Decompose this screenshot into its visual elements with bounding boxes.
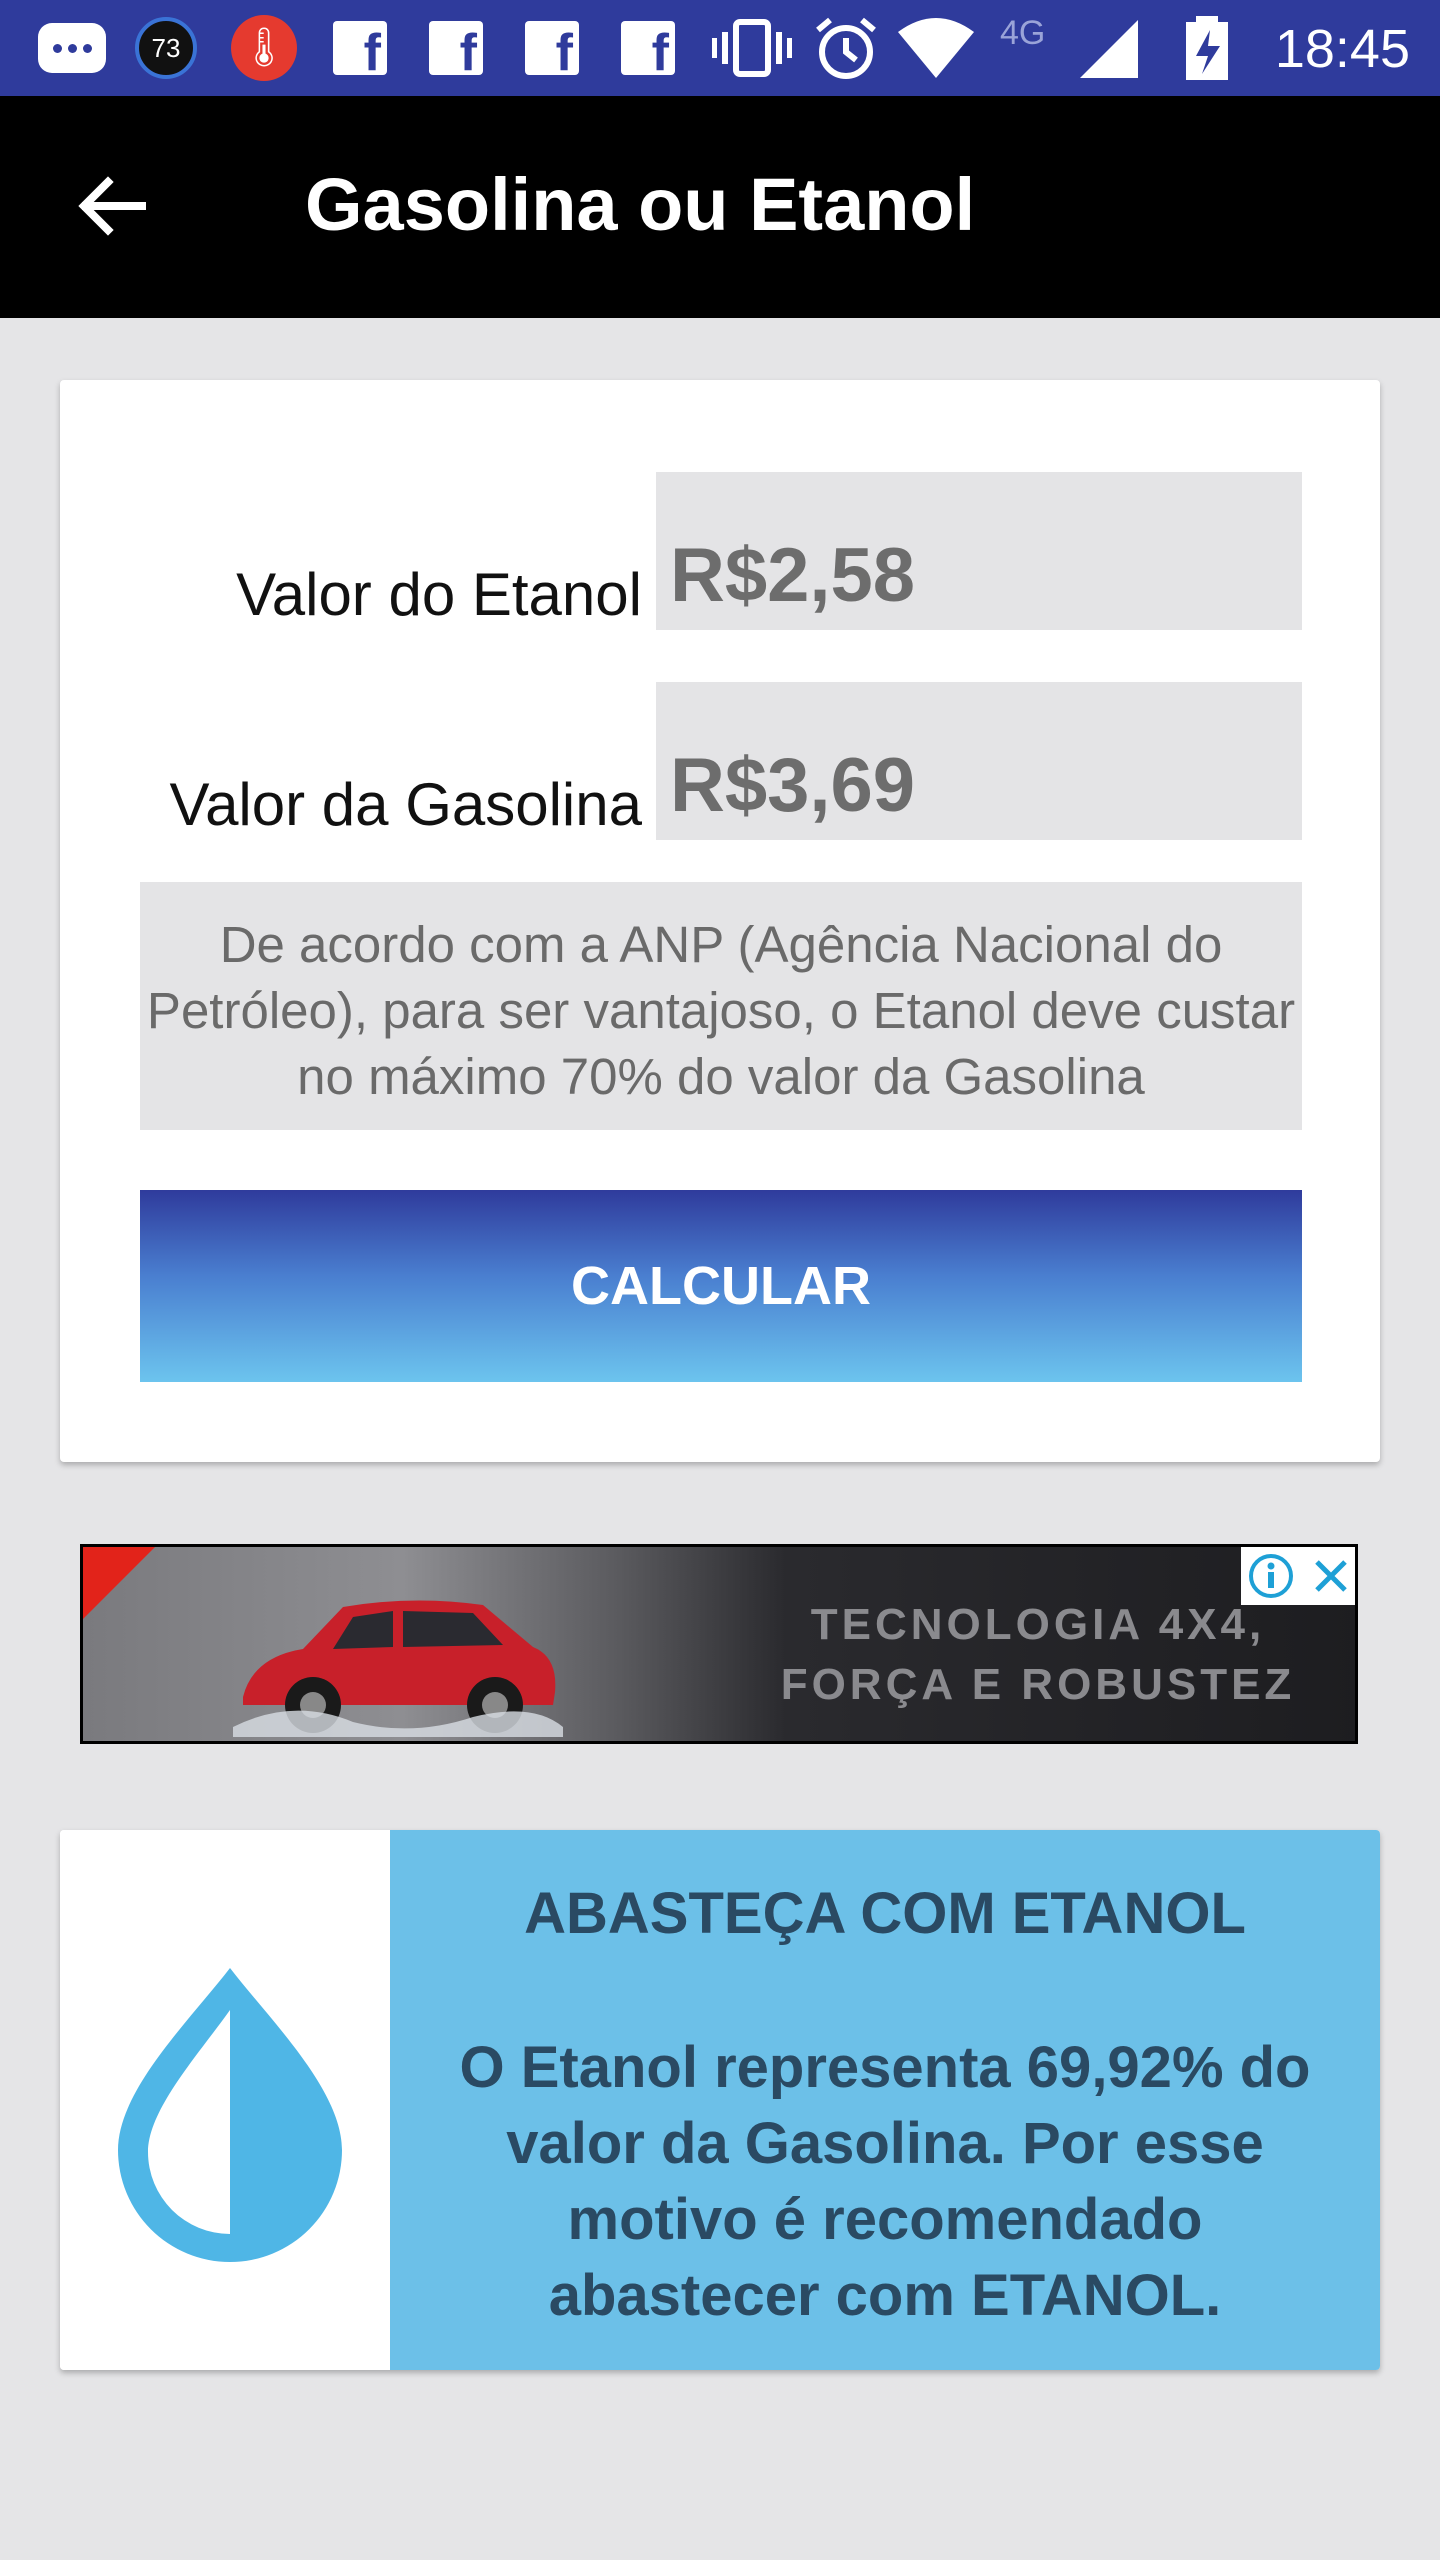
calculate-button[interactable]: CALCULAR <box>140 1190 1302 1382</box>
battery-charging-icon <box>1186 16 1228 80</box>
gasolina-input[interactable]: R$3,69 <box>656 682 1302 840</box>
anp-info-text: De acordo com a ANP (Agência Nacional do… <box>140 882 1302 1130</box>
wifi-icon <box>898 18 974 78</box>
notification-count-icon: 73 <box>130 14 202 82</box>
facebook-icon: f <box>620 14 676 82</box>
alarm-icon <box>816 17 876 79</box>
facebook-icon: f <box>524 14 580 82</box>
message-icon <box>34 14 110 82</box>
arrow-left-icon[interactable] <box>72 166 152 246</box>
thermometer-icon: 🌡 <box>228 14 300 82</box>
drop-icon <box>118 1968 342 2262</box>
status-bar: 73 🌡 f f f f 4G 18:45 <box>0 0 1440 96</box>
etanol-value: R$2,58 <box>670 533 916 618</box>
notification-count: 73 <box>135 17 197 79</box>
ad-text-line2: FORÇA E ROBUSTEZ <box>780 1660 1296 1709</box>
result-title: ABASTEÇA COM ETANOL <box>524 1881 1246 1946</box>
result-card: ABASTEÇA COM ETANOL O Etanol representa … <box>60 1830 1380 2370</box>
ad-banner[interactable]: TECNOLOGIA 4X4, FORÇA E ROBUSTEZ <box>80 1544 1358 1744</box>
gasolina-value: R$3,69 <box>670 743 916 828</box>
close-icon[interactable] <box>1301 1547 1355 1605</box>
etanol-label: Valor do Etanol <box>236 561 642 628</box>
vibrate-icon <box>712 19 792 77</box>
clock: 18:45 <box>1274 19 1410 79</box>
page-title: Gasolina ou Etanol <box>305 163 976 246</box>
info-icon[interactable] <box>1241 1547 1301 1605</box>
signal-icon <box>1080 20 1138 78</box>
facebook-icon: f <box>332 14 388 82</box>
ad-corner-mark <box>83 1547 155 1619</box>
calculator-card: Valor do Etanol R$2,58 Valor da Gasolina… <box>60 380 1380 1462</box>
gasolina-label: Valor da Gasolina <box>169 771 643 838</box>
ad-text: TECNOLOGIA 4X4, FORÇA E ROBUSTEZ <box>738 1595 1338 1715</box>
facebook-icon: f <box>428 14 484 82</box>
car-image <box>233 1600 563 1737</box>
network-type: 4G <box>1000 14 1046 52</box>
result-message: O Etanol representa 69,92% do valor da G… <box>459 2035 1311 2328</box>
app-bar: Gasolina ou Etanol <box>0 96 1440 318</box>
result-icon-panel <box>60 1830 390 2370</box>
etanol-input[interactable]: R$2,58 <box>656 472 1302 630</box>
result-panel: ABASTEÇA COM ETANOL O Etanol representa … <box>390 1830 1380 2370</box>
